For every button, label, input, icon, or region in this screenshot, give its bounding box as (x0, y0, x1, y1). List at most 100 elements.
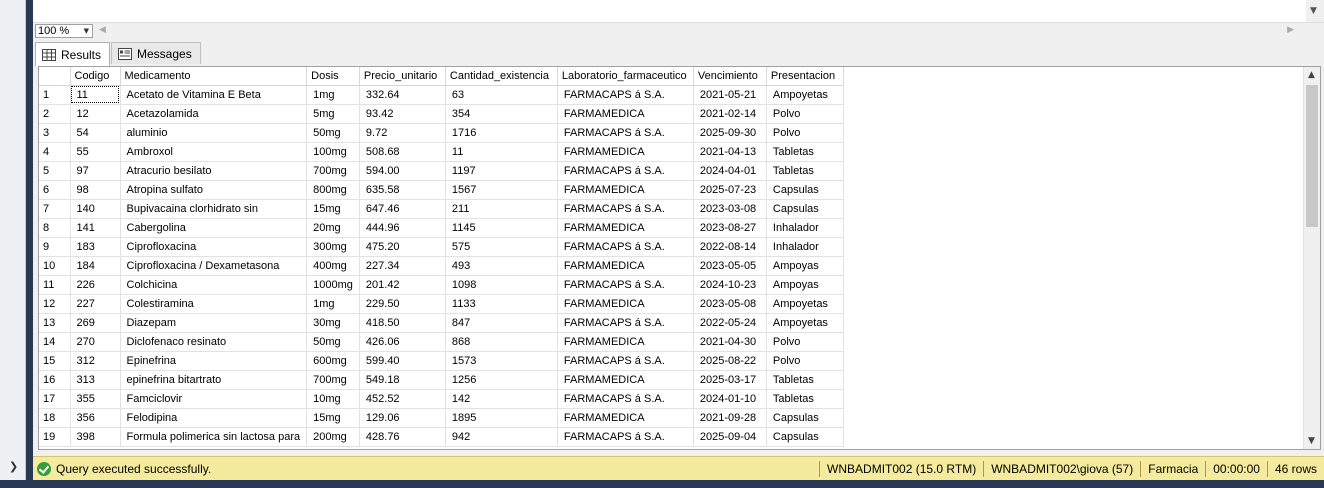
table-cell[interactable]: 54 (70, 123, 121, 143)
row-number-cell[interactable]: 16 (39, 370, 71, 390)
table-cell[interactable]: FARMAMEDICA (557, 294, 694, 314)
table-cell[interactable]: Capsulas (766, 408, 844, 428)
table-cell[interactable]: Inhalador (766, 218, 844, 238)
table-cell[interactable]: 452.52 (359, 389, 446, 409)
row-number-cell[interactable]: 5 (39, 161, 71, 181)
row-number-cell[interactable]: 1 (39, 85, 71, 105)
table-cell[interactable]: FARMACAPS á S.A. (557, 237, 694, 257)
table-cell[interactable]: 30mg (306, 313, 360, 333)
row-number-cell[interactable]: 4 (39, 142, 71, 162)
row-number-cell[interactable]: 10 (39, 256, 71, 276)
table-cell[interactable]: Ampoyetas (766, 85, 844, 105)
column-header-dosis[interactable]: Dosis (306, 67, 360, 86)
table-cell[interactable]: Capsulas (766, 199, 844, 219)
table-cell[interactable]: Polvo (766, 351, 844, 371)
table-cell[interactable]: 1197 (445, 161, 558, 181)
table-cell[interactable]: 300mg (306, 237, 360, 257)
table-cell[interactable]: 444.96 (359, 218, 446, 238)
table-cell[interactable]: Tabletas (766, 161, 844, 181)
table-cell[interactable]: FARMACAPS á S.A. (557, 389, 694, 409)
table-cell[interactable]: FARMACAPS á S.A. (557, 161, 694, 181)
table-cell[interactable]: Colchicina (120, 275, 308, 295)
table-cell[interactable]: Epinefrina (120, 351, 308, 371)
table-cell[interactable]: 647.46 (359, 199, 446, 219)
table-cell[interactable]: 227.34 (359, 256, 446, 276)
table-cell[interactable]: Cabergolina (120, 218, 308, 238)
table-cell[interactable]: 269 (70, 313, 121, 333)
table-cell[interactable]: 227 (70, 294, 121, 314)
table-cell[interactable]: 2025-09-04 (693, 427, 767, 447)
table-cell[interactable]: Inhalador (766, 237, 844, 257)
table-cell[interactable]: FARMACAPS á S.A. (557, 85, 694, 105)
table-cell[interactable]: FARMACAPS á S.A. (557, 427, 694, 447)
table-cell[interactable]: 141 (70, 218, 121, 238)
table-cell[interactable]: Tabletas (766, 389, 844, 409)
table-cell[interactable]: 2024-01-10 (693, 389, 767, 409)
table-cell[interactable]: 2023-05-05 (693, 256, 767, 276)
table-cell[interactable]: FARMACAPS á S.A. (557, 351, 694, 371)
table-cell[interactable]: 549.18 (359, 370, 446, 390)
table-cell[interactable]: 1567 (445, 180, 558, 200)
scroll-up-icon[interactable]: ▲ (1308, 70, 1315, 80)
table-cell[interactable]: FARMAMEDICA (557, 218, 694, 238)
table-cell[interactable]: aluminio (120, 123, 308, 143)
table-cell[interactable]: 2021-05-21 (693, 85, 767, 105)
table-cell[interactable]: Atropina sulfato (120, 180, 308, 200)
table-cell[interactable]: 398 (70, 427, 121, 447)
table-cell[interactable]: 211 (445, 199, 558, 219)
table-cell[interactable]: 270 (70, 332, 121, 352)
table-cell[interactable]: 15mg (306, 199, 360, 219)
table-cell[interactable]: 847 (445, 313, 558, 333)
table-cell[interactable]: 63 (445, 85, 558, 105)
table-cell[interactable]: 2023-03-08 (693, 199, 767, 219)
table-cell[interactable]: 332.64 (359, 85, 446, 105)
table-cell[interactable]: 1573 (445, 351, 558, 371)
table-cell[interactable]: Ciprofloxacina (120, 237, 308, 257)
table-cell[interactable]: Capsulas (766, 180, 844, 200)
table-cell[interactable]: Bupivacaina clorhidrato sin (120, 199, 308, 219)
column-header-presentacion[interactable]: Presentacion (766, 67, 844, 86)
table-cell[interactable]: FARMACAPS á S.A. (557, 199, 694, 219)
row-number-cell[interactable]: 17 (39, 389, 71, 409)
table-cell[interactable]: 1mg (306, 294, 360, 314)
scroll-down-icon[interactable]: ▼ (1308, 436, 1315, 446)
row-number-cell[interactable]: 12 (39, 294, 71, 314)
scroll-left-icon[interactable]: ◀ (99, 25, 106, 35)
table-cell[interactable]: Ampoyetas (766, 294, 844, 314)
table-cell[interactable]: 700mg (306, 161, 360, 181)
tab-messages[interactable]: Messages (111, 42, 201, 64)
table-cell[interactable]: 356 (70, 408, 121, 428)
table-cell[interactable]: 200mg (306, 427, 360, 447)
column-header-cantidad-existencia[interactable]: Cantidad_existencia (445, 67, 558, 86)
table-cell[interactable]: 354 (445, 104, 558, 124)
table-cell[interactable]: Ampoyetas (766, 313, 844, 333)
table-cell[interactable]: 2023-05-08 (693, 294, 767, 314)
table-cell[interactable]: Acetazolamida (120, 104, 308, 124)
table-cell[interactable]: Atracurio besilato (120, 161, 308, 181)
table-cell[interactable]: 868 (445, 332, 558, 352)
table-cell[interactable]: 508.68 (359, 142, 446, 162)
table-cell[interactable]: 50mg (306, 332, 360, 352)
table-cell[interactable]: 700mg (306, 370, 360, 390)
table-cell[interactable]: 229.50 (359, 294, 446, 314)
table-cell[interactable]: 313 (70, 370, 121, 390)
table-cell[interactable]: 426.06 (359, 332, 446, 352)
table-cell[interactable]: 400mg (306, 256, 360, 276)
table-cell[interactable]: epinefrina bitartrato (120, 370, 308, 390)
table-cell[interactable]: FARMAMEDICA (557, 408, 694, 428)
table-cell[interactable]: 800mg (306, 180, 360, 200)
table-cell[interactable]: 1895 (445, 408, 558, 428)
query-editor[interactable]: ▼ (33, 0, 1324, 22)
table-cell[interactable]: 594.00 (359, 161, 446, 181)
table-cell[interactable]: 11 (70, 85, 121, 105)
table-cell[interactable]: 2025-08-22 (693, 351, 767, 371)
table-cell[interactable]: FARMAMEDICA (557, 104, 694, 124)
table-cell[interactable]: 2025-03-17 (693, 370, 767, 390)
table-cell[interactable]: Famciclovir (120, 389, 308, 409)
chevron-right-icon[interactable]: ❯ (9, 460, 18, 473)
table-cell[interactable]: Ampoyas (766, 275, 844, 295)
row-number-cell[interactable]: 7 (39, 199, 71, 219)
table-cell[interactable]: 942 (445, 427, 558, 447)
table-cell[interactable]: 1716 (445, 123, 558, 143)
table-cell[interactable]: Ciprofloxacina / Dexametasona (120, 256, 308, 276)
